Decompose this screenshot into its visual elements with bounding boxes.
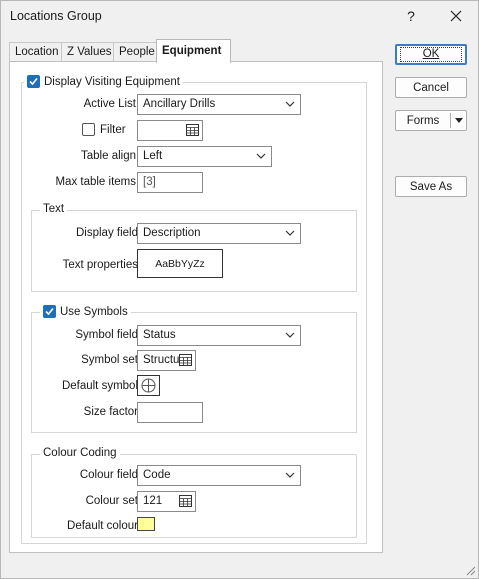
cancel-button[interactable]: Cancel <box>395 77 467 98</box>
filter-label: Filter <box>100 123 126 136</box>
active-list-label: Active List <box>83 98 136 110</box>
equipment-tab-panel: Display Visiting Equipment Active List A… <box>9 61 383 553</box>
active-list-value: Ancillary Drills <box>143 98 216 110</box>
help-button[interactable]: ? <box>396 4 426 28</box>
use-symbols-legend[interactable]: Use Symbols <box>40 305 131 318</box>
max-table-items-label: Max table items <box>55 176 136 188</box>
table-picker-icon[interactable] <box>186 124 199 136</box>
text-properties-button[interactable]: AaBbYyZz <box>137 249 223 278</box>
colour-field-label: Colour field <box>79 469 138 481</box>
resize-grip-icon[interactable] <box>464 564 476 576</box>
max-table-items-input[interactable]: [3] <box>137 172 203 193</box>
display-field-value: Description <box>143 227 201 239</box>
save-as-button-label: Save As <box>409 180 453 193</box>
tab-z-values[interactable]: Z Values <box>61 42 118 62</box>
table-align-select[interactable]: Left <box>137 146 272 167</box>
filter-checkbox[interactable] <box>82 123 95 136</box>
use-symbols-checkbox[interactable] <box>43 305 56 318</box>
colour-field-select[interactable]: Code <box>137 465 301 486</box>
chevron-down-icon <box>285 101 295 107</box>
chevron-down-icon <box>256 153 266 159</box>
symbol-set-value: Structu <box>143 354 180 366</box>
text-properties-sample: AaBbYyZz <box>155 257 205 270</box>
table-picker-icon[interactable] <box>179 354 192 366</box>
symbol-field-select[interactable]: Status <box>137 325 301 346</box>
display-visiting-group: Display Visiting Equipment Active List A… <box>21 75 367 544</box>
default-colour-swatch[interactable] <box>137 517 155 531</box>
colour-coding-title: Colour Coding <box>43 447 117 459</box>
default-colour-label: Default colour <box>67 520 138 532</box>
window-title: Locations Group <box>10 9 102 23</box>
symbol-field-label: Symbol field <box>75 329 138 341</box>
table-picker-icon[interactable] <box>179 495 192 507</box>
colour-field-value: Code <box>143 469 171 481</box>
help-icon: ? <box>407 8 415 24</box>
symbol-set-label: Symbol set <box>81 354 138 366</box>
text-group-title: Text <box>43 203 65 215</box>
colour-set-input[interactable]: 121 <box>137 491 196 512</box>
forms-button[interactable]: Forms <box>395 110 467 131</box>
tab-location[interactable]: Location <box>9 42 65 62</box>
cancel-button-label: Cancel <box>413 81 449 94</box>
display-visiting-legend[interactable]: Display Visiting Equipment <box>24 75 183 88</box>
tab-equipment[interactable]: Equipment <box>156 39 231 63</box>
size-factor-input[interactable] <box>137 402 203 423</box>
tab-location-label: Location <box>15 46 59 58</box>
dialog-window: Locations Group ? Location Z Values Peop… <box>0 0 479 579</box>
filter-toggle[interactable]: Filter <box>82 123 126 136</box>
display-field-select[interactable]: Description <box>137 223 301 244</box>
check-icon <box>45 307 54 316</box>
symbol-set-input[interactable]: Structu <box>137 350 196 371</box>
tab-people[interactable]: People <box>113 42 161 62</box>
text-group-legend: Text <box>40 203 68 215</box>
table-align-value: Left <box>143 150 163 162</box>
save-as-button[interactable]: Save As <box>395 176 467 197</box>
crosshair-circle-icon <box>141 378 156 393</box>
chevron-down-icon <box>285 472 295 478</box>
default-symbol-label: Default symbol <box>61 380 138 392</box>
size-factor-label: Size factor <box>83 406 138 418</box>
forms-divider <box>450 113 451 128</box>
colour-set-value: 121 <box>143 495 163 507</box>
tab-z-values-label: Z Values <box>67 46 112 58</box>
active-list-select[interactable]: Ancillary Drills <box>137 94 301 115</box>
display-visiting-label: Display Visiting Equipment <box>44 75 180 88</box>
tab-equipment-label: Equipment <box>162 45 222 57</box>
use-symbols-label: Use Symbols <box>60 305 128 318</box>
chevron-down-icon <box>285 230 295 236</box>
filter-input[interactable] <box>137 120 203 141</box>
table-align-label: Table align <box>81 150 136 162</box>
chevron-down-icon <box>285 332 295 338</box>
ok-button-label: OK <box>399 47 463 62</box>
text-group: Text Display field Description Text prop… <box>31 203 357 292</box>
colour-set-label: Colour set <box>85 495 138 507</box>
dropdown-arrow-icon[interactable] <box>455 118 463 123</box>
use-symbols-group: Use Symbols Symbol field Status Symbol s… <box>31 305 357 433</box>
title-bar: Locations Group ? <box>1 1 478 32</box>
tab-people-label: People <box>119 46 155 58</box>
text-properties-label: Text properties <box>62 259 138 271</box>
symbol-field-value: Status <box>143 329 176 341</box>
display-field-label: Display field <box>76 227 138 239</box>
colour-coding-group: Colour Coding Colour field Code Colour s… <box>31 447 357 538</box>
max-table-items-value: [3] <box>143 176 156 188</box>
default-symbol-button[interactable] <box>137 375 160 396</box>
close-button[interactable] <box>441 4 471 28</box>
check-icon <box>29 77 38 86</box>
display-visiting-checkbox[interactable] <box>27 75 40 88</box>
close-icon <box>450 10 462 22</box>
colour-coding-legend: Colour Coding <box>40 447 120 459</box>
forms-button-label: Forms <box>406 114 440 127</box>
ok-button[interactable]: OK <box>395 44 467 65</box>
